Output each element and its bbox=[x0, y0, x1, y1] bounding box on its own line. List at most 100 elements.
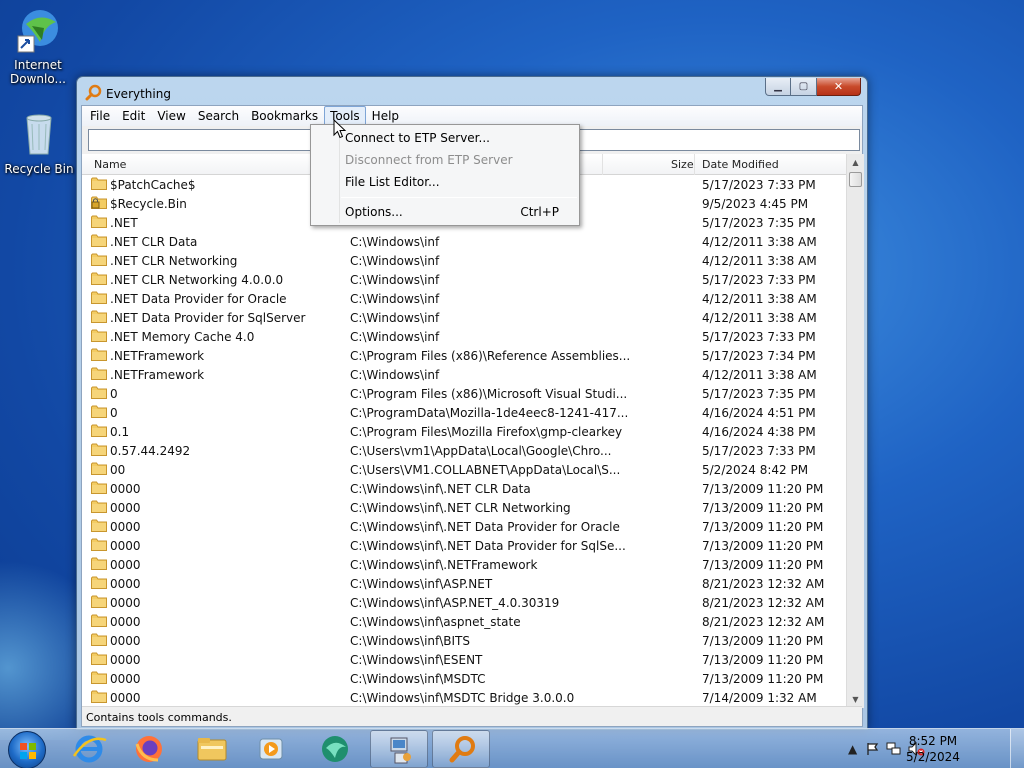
row-path: C:\Program Files (x86)\Microsoft Visual … bbox=[350, 387, 628, 401]
column-header-name[interactable]: Name bbox=[94, 158, 126, 171]
taskbar-internet-explorer[interactable] bbox=[60, 730, 118, 768]
folder-icon bbox=[91, 462, 107, 475]
table-row[interactable]: 0000 C:\Windows\inf\.NET Data Provider fo… bbox=[82, 536, 846, 555]
folder-icon bbox=[91, 253, 107, 266]
table-row[interactable]: 0000 C:\Windows\inf\ESENT 7/13/2009 11:20 … bbox=[82, 650, 846, 669]
row-name: .NETFramework bbox=[110, 368, 205, 382]
browser-app-icon bbox=[322, 736, 348, 762]
column-divider[interactable] bbox=[602, 154, 603, 175]
menu-bookmarks[interactable]: Bookmarks bbox=[245, 106, 324, 126]
row-name: 0000 bbox=[110, 672, 141, 686]
close-button[interactable]: ✕ bbox=[817, 78, 861, 96]
scrollbar-thumb[interactable] bbox=[849, 172, 862, 187]
row-date-modified: 4/16/2024 4:51 PM bbox=[702, 406, 816, 420]
everything-search-icon bbox=[449, 736, 475, 763]
vertical-scrollbar[interactable]: ▲ ▼ bbox=[846, 154, 864, 708]
table-row[interactable]: 0000 C:\Windows\inf\.NET CLR Networking 7/… bbox=[82, 498, 846, 517]
taskbar-everything[interactable] bbox=[432, 730, 490, 768]
column-header-size[interactable]: Size bbox=[671, 158, 694, 171]
internet-download-manager-icon bbox=[14, 6, 62, 54]
menu-gutter bbox=[339, 127, 340, 223]
table-row[interactable]: .NET CLR Networking 4.0.0.0 C:\Windows\in… bbox=[82, 270, 846, 289]
table-row[interactable]: .NET Data Provider for SqlServer C:\Windo… bbox=[82, 308, 846, 327]
table-row[interactable]: 0000 C:\Windows\inf\ASP.NET_4.0.30319 8/21… bbox=[82, 593, 846, 612]
taskbar: ▲ 8:52 PM 5/2/2024 bbox=[0, 728, 1024, 768]
table-row[interactable]: 0 C:\Program Files (x86)\Microsoft Visual… bbox=[82, 384, 846, 403]
row-name: 0000 bbox=[110, 501, 141, 515]
taskbar-firefox[interactable] bbox=[120, 730, 178, 768]
scroll-up-icon[interactable]: ▲ bbox=[847, 154, 864, 171]
table-row[interactable]: .NET Memory Cache 4.0 C:\Windows\inf 5/17/… bbox=[82, 327, 846, 346]
clock-time: 8:52 PM bbox=[908, 734, 958, 748]
taskbar-file-explorer[interactable] bbox=[182, 730, 240, 768]
show-desktop-button[interactable] bbox=[1010, 729, 1024, 768]
firefox-icon bbox=[135, 736, 162, 762]
folder-icon bbox=[91, 310, 107, 323]
desktop-icon-recycle-bin[interactable]: Recycle Bin bbox=[1, 110, 77, 176]
row-path: C:\Windows\inf\.NET CLR Networking bbox=[350, 501, 571, 515]
table-row[interactable]: 0000 C:\Windows\inf\aspnet_state 8/21/2023… bbox=[82, 612, 846, 631]
column-divider[interactable] bbox=[694, 154, 695, 175]
taskbar-media-player[interactable] bbox=[242, 730, 300, 768]
table-row[interactable]: .NET CLR Data C:\Windows\inf 4/12/2011 3:3… bbox=[82, 232, 846, 251]
row-path: C:\Windows\inf bbox=[350, 235, 440, 249]
row-date-modified: 8/21/2023 12:32 AM bbox=[702, 577, 825, 591]
folder-icon bbox=[91, 367, 107, 380]
table-row[interactable]: 0000 C:\Windows\inf\BITS 7/13/2009 11:20 P… bbox=[82, 631, 846, 650]
table-row[interactable]: 0000 C:\Windows\inf\.NET Data Provider fo… bbox=[82, 517, 846, 536]
column-header-date-modified[interactable]: Date Modified bbox=[702, 158, 779, 171]
row-path: C:\Windows\inf\.NET Data Provider for Sq… bbox=[350, 539, 626, 553]
window-titlebar[interactable]: Everything ▁ ▢ ✕ bbox=[77, 77, 867, 107]
table-row[interactable]: 0000 C:\Windows\inf\MSDTC Bridge 3.0.0.0 7… bbox=[82, 688, 846, 707]
close-icon: ✕ bbox=[833, 80, 844, 93]
table-row[interactable]: 0.57.44.2492 C:\Users\vm1\AppData\Local\G… bbox=[82, 441, 846, 460]
taskbar-clock[interactable]: 8:52 PM 5/2/2024 bbox=[898, 733, 968, 765]
menu-item-options[interactable]: Options... bbox=[345, 205, 403, 219]
status-bar: Contains tools commands. bbox=[82, 706, 862, 726]
menu-search[interactable]: Search bbox=[192, 106, 245, 126]
menu-item-file-list-editor[interactable]: File List Editor... bbox=[345, 175, 440, 189]
window-title: Everything bbox=[106, 87, 171, 101]
folder-icon bbox=[91, 652, 107, 665]
table-row[interactable]: .NETFramework C:\Program Files (x86)\Refe… bbox=[82, 346, 846, 365]
menu-file[interactable]: File bbox=[84, 106, 116, 126]
menu-help[interactable]: Help bbox=[366, 106, 405, 126]
table-row[interactable]: .NET Data Provider for Oracle C:\Windows\… bbox=[82, 289, 846, 308]
action-center-flag-icon[interactable] bbox=[866, 742, 880, 759]
row-date-modified: 4/12/2011 3:38 AM bbox=[702, 254, 817, 268]
table-row[interactable]: 0000 C:\Windows\inf\.NET CLR Data 7/13/200… bbox=[82, 479, 846, 498]
folder-icon bbox=[91, 633, 107, 646]
taskbar-network-tool[interactable] bbox=[370, 730, 428, 768]
table-row[interactable]: 0.1 C:\Program Files\Mozilla Firefox\gmp-… bbox=[82, 422, 846, 441]
row-date-modified: 5/17/2023 7:33 PM bbox=[702, 330, 816, 344]
menu-item-connect-etp-server[interactable]: Connect to ETP Server... bbox=[345, 131, 490, 145]
row-name: .NET CLR Networking bbox=[110, 254, 238, 268]
row-name: 0.57.44.2492 bbox=[110, 444, 191, 458]
table-row[interactable]: 0000 C:\Windows\inf\ASP.NET 8/21/2023 12:3… bbox=[82, 574, 846, 593]
minimize-icon: ▁ bbox=[774, 81, 782, 92]
row-path: C:\Windows\inf bbox=[350, 368, 440, 382]
row-path: C:\Windows\inf\.NET Data Provider for Or… bbox=[350, 520, 620, 534]
folder-icon bbox=[91, 215, 107, 228]
table-row[interactable]: 0000 C:\Windows\inf\MSDTC 7/13/2009 11:20 … bbox=[82, 669, 846, 688]
table-row[interactable]: 0 C:\ProgramData\Mozilla-1de4eec8-1241-41… bbox=[82, 403, 846, 422]
desktop-icon-internet-download-manager[interactable]: Internet Downlo... bbox=[0, 6, 76, 86]
show-hidden-icons-icon[interactable]: ▲ bbox=[848, 742, 857, 756]
row-name: 0000 bbox=[110, 596, 141, 610]
network-tool-icon bbox=[390, 737, 411, 764]
menu-view[interactable]: View bbox=[151, 106, 191, 126]
row-date-modified: 4/12/2011 3:38 AM bbox=[702, 235, 817, 249]
folder-icon bbox=[91, 329, 107, 342]
table-row[interactable]: 00 C:\Users\VM1.COLLABNET\AppData\Local\S… bbox=[82, 460, 846, 479]
table-row[interactable]: 0000 C:\Windows\inf\.NETFramework 7/13/200… bbox=[82, 555, 846, 574]
row-path: C:\Windows\inf bbox=[350, 330, 440, 344]
table-row[interactable]: .NETFramework C:\Windows\inf 4/12/2011 3:3… bbox=[82, 365, 846, 384]
maximize-button[interactable]: ▢ bbox=[791, 78, 817, 96]
start-button[interactable] bbox=[8, 731, 46, 768]
system-tray: ▲ 8:52 PM 5/2/2024 bbox=[824, 729, 1024, 768]
menu-edit[interactable]: Edit bbox=[116, 106, 151, 126]
menu-item-disconnect-etp-server: Disconnect from ETP Server bbox=[345, 153, 513, 167]
taskbar-browser-app[interactable] bbox=[306, 730, 364, 768]
minimize-button[interactable]: ▁ bbox=[765, 78, 791, 96]
table-row[interactable]: .NET CLR Networking C:\Windows\inf 4/12/20… bbox=[82, 251, 846, 270]
